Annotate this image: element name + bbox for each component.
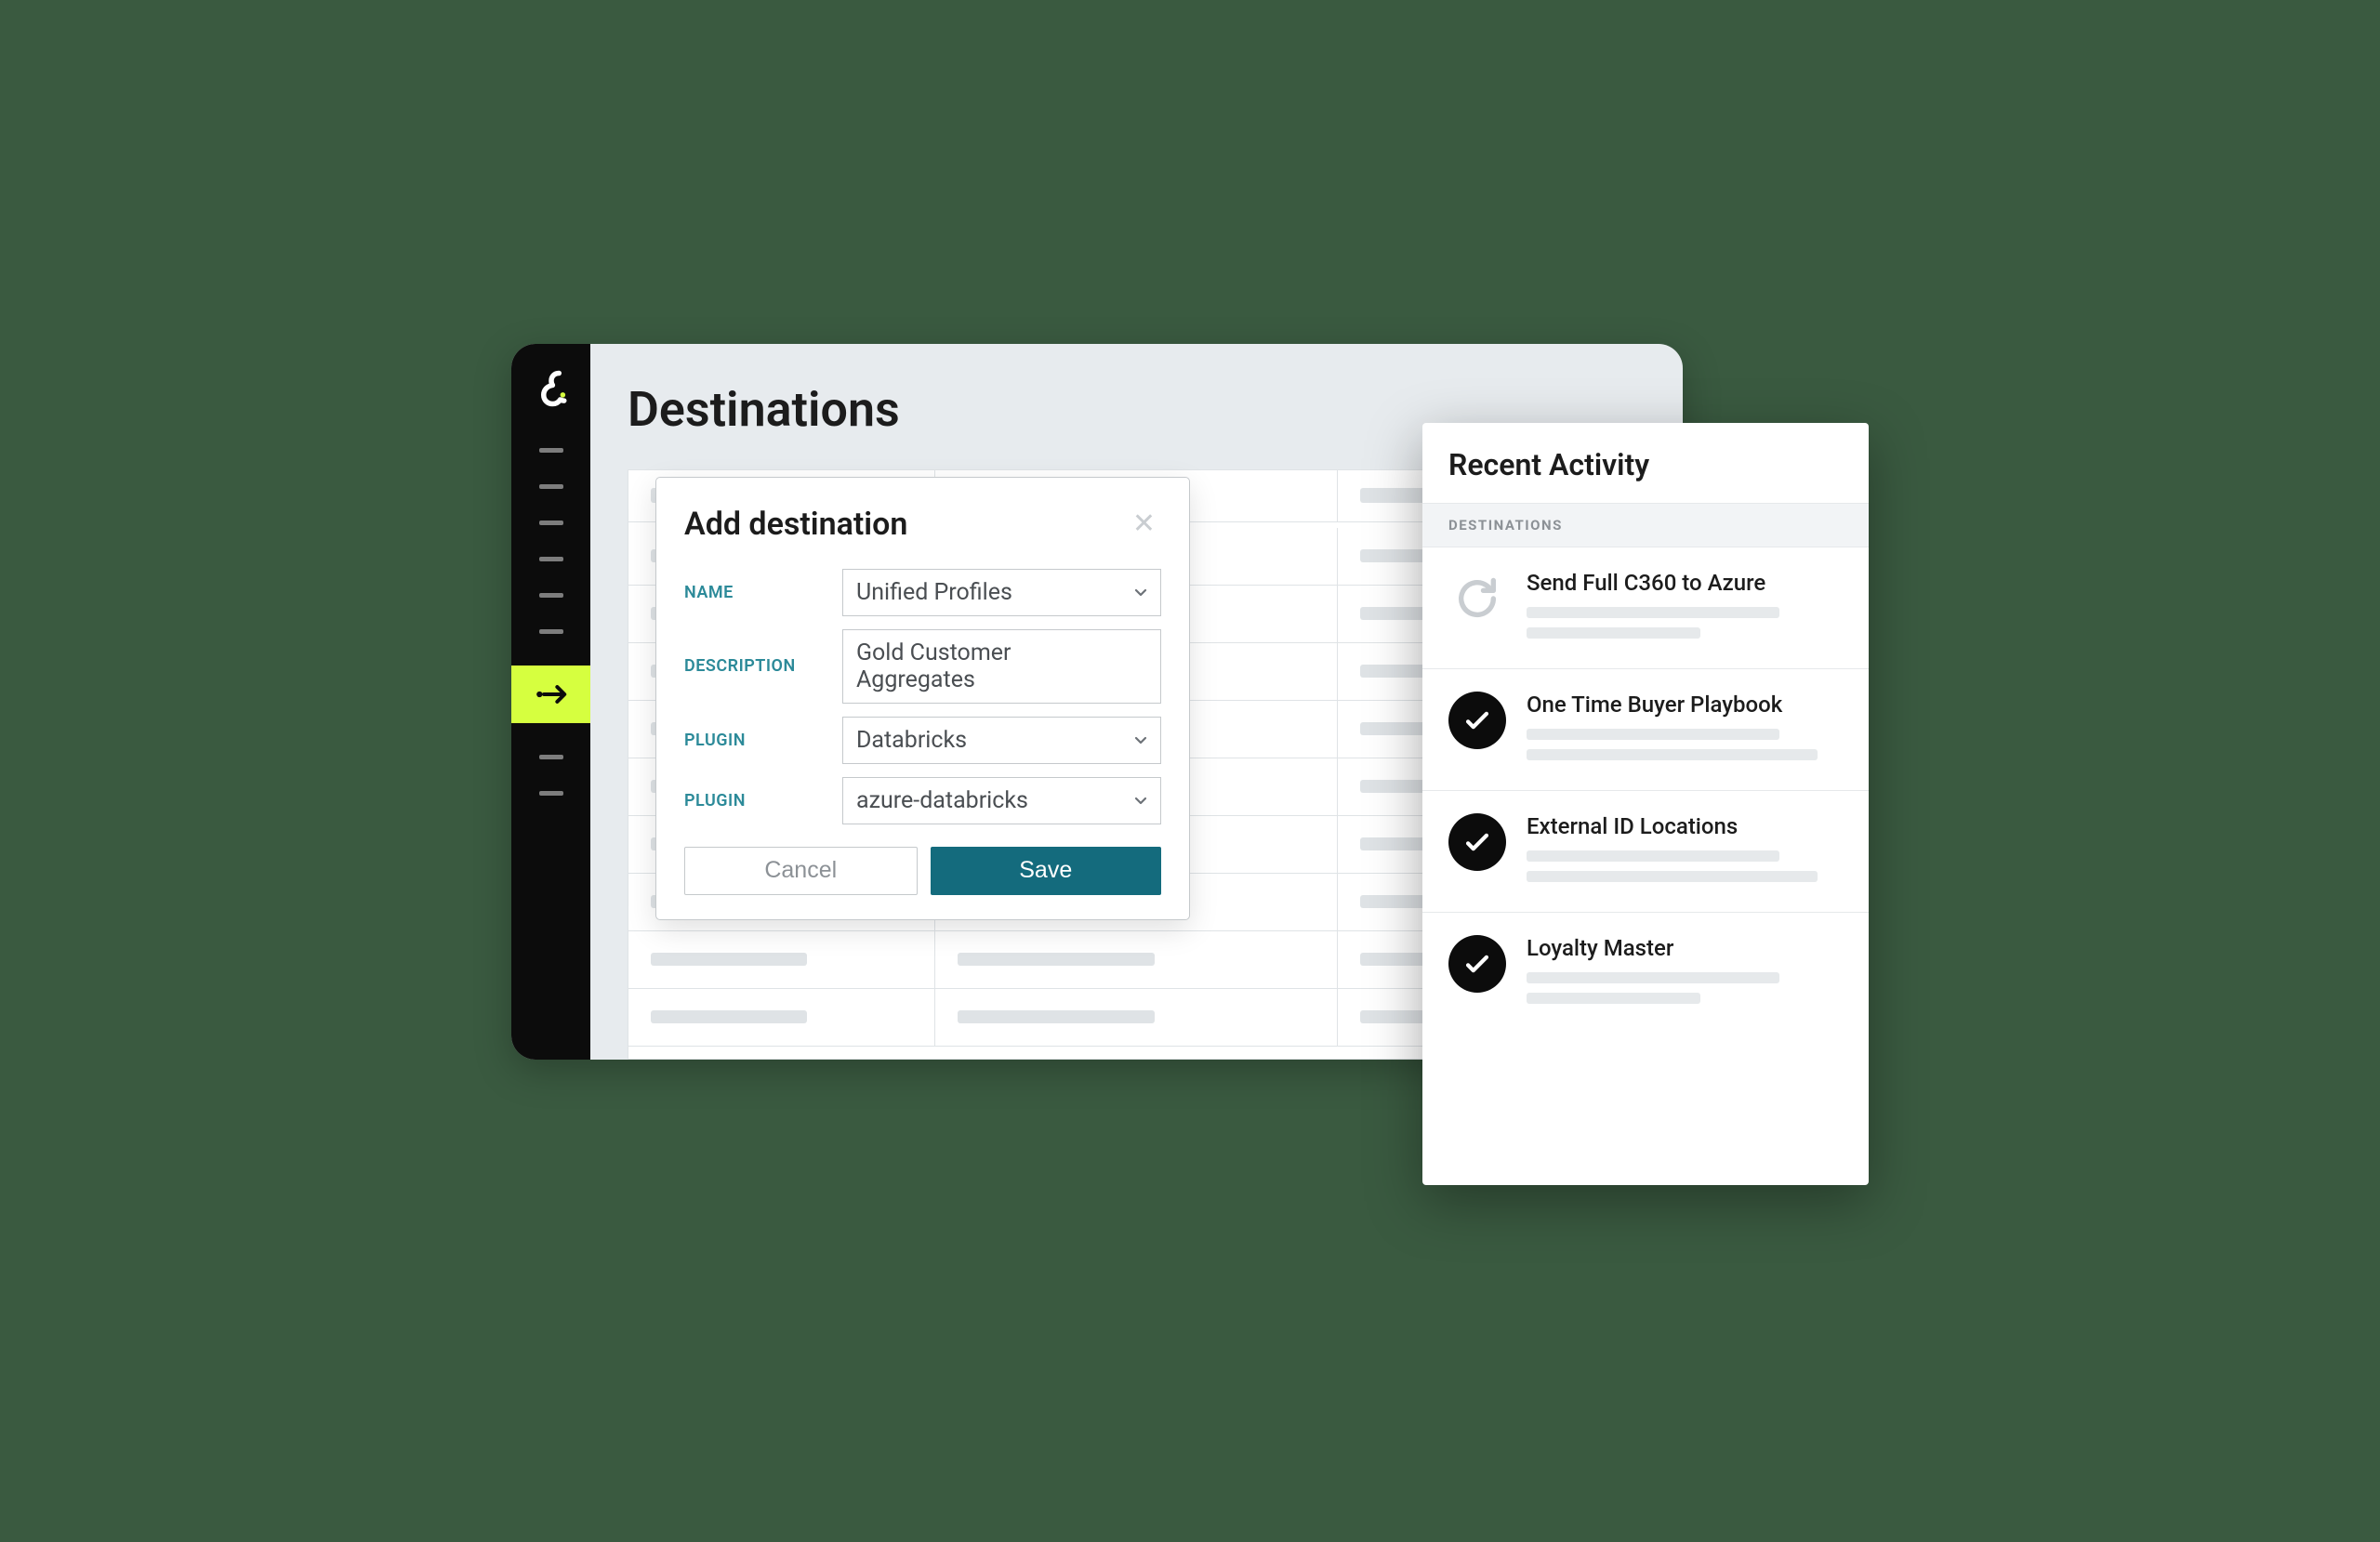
check-icon: [1448, 692, 1506, 749]
cancel-button[interactable]: Cancel: [684, 847, 918, 895]
plugin-instance-select[interactable]: azure-databricks: [842, 777, 1161, 824]
name-select[interactable]: Unified Profiles: [842, 569, 1161, 616]
check-icon: [1448, 813, 1506, 871]
nav-item[interactable]: [539, 629, 563, 634]
activity-item[interactable]: External ID Locations: [1422, 791, 1869, 913]
nav-item[interactable]: [539, 448, 563, 453]
activity-title: Send Full C360 to Azure: [1527, 570, 1843, 596]
nav-item[interactable]: [539, 557, 563, 561]
add-destination-modal: Add destination ✕ NAME Unified Profiles …: [655, 477, 1190, 920]
panel-section-header: DESTINATIONS: [1422, 503, 1869, 547]
activity-title: Loyalty Master: [1527, 935, 1843, 961]
activity-title: External ID Locations: [1527, 813, 1843, 839]
recent-activity-panel: Recent Activity DESTINATIONS Send Full C…: [1422, 423, 1869, 1185]
nav-item[interactable]: [539, 791, 563, 796]
activity-item[interactable]: One Time Buyer Playbook: [1422, 669, 1869, 791]
save-button[interactable]: Save: [931, 847, 1162, 895]
nav-item[interactable]: [539, 593, 563, 598]
name-label: NAME: [684, 583, 842, 602]
sidebar: [511, 344, 590, 1060]
activity-title: One Time Buyer Playbook: [1527, 692, 1843, 718]
refresh-icon: [1448, 570, 1506, 627]
activity-list: Send Full C360 to Azure One Time Buyer P…: [1422, 547, 1869, 1185]
app-logo-icon: [531, 368, 572, 409]
check-icon: [1448, 935, 1506, 993]
arrow-right-icon: [534, 677, 569, 712]
nav-item[interactable]: [539, 484, 563, 489]
nav-item-destinations[interactable]: [511, 666, 590, 723]
nav-item[interactable]: [539, 755, 563, 759]
plugin-label-2: PLUGIN: [684, 791, 842, 811]
activity-item[interactable]: Loyalty Master: [1422, 913, 1869, 1034]
nav-item[interactable]: [539, 521, 563, 525]
plugin-label: PLUGIN: [684, 731, 842, 750]
panel-title: Recent Activity: [1422, 423, 1869, 503]
plugin-select[interactable]: Databricks: [842, 717, 1161, 764]
modal-title: Add destination: [684, 506, 907, 543]
activity-item[interactable]: Send Full C360 to Azure: [1422, 547, 1869, 669]
description-label: DESCRIPTION: [684, 656, 842, 676]
close-icon[interactable]: ✕: [1127, 508, 1161, 540]
description-input[interactable]: Gold Customer Aggregates: [842, 629, 1161, 704]
